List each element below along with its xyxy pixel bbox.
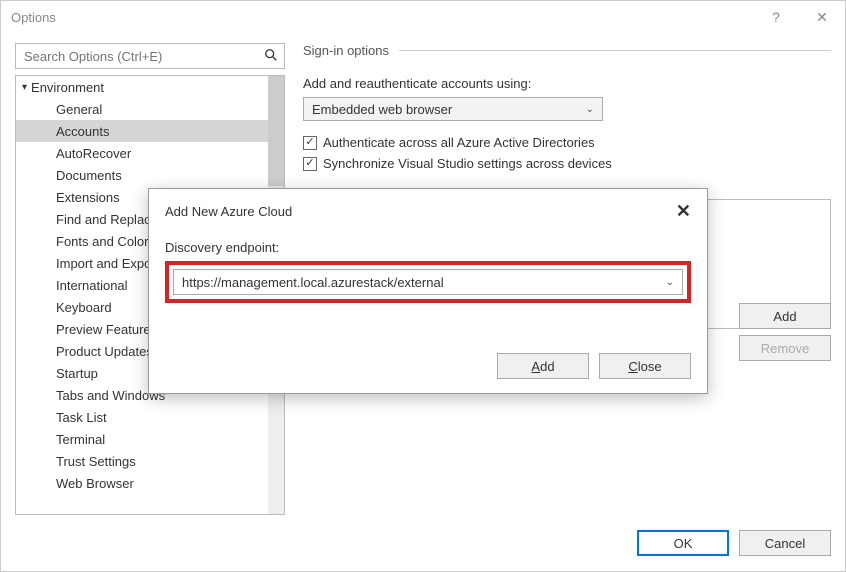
tree-label: Product Updates <box>56 344 153 359</box>
add-cloud-button[interactable]: Add <box>739 303 831 329</box>
help-button[interactable]: ? <box>753 1 799 33</box>
chevron-down-icon: ⌄ <box>666 277 674 288</box>
tree-label: General <box>56 102 102 117</box>
tree-item-web-browser[interactable]: Web Browser <box>16 472 268 494</box>
modal-close-button-footer[interactable]: Close <box>599 353 691 379</box>
remove-cloud-button: Remove <box>739 335 831 361</box>
button-label: Remove <box>761 341 809 356</box>
tree-label: AutoRecover <box>56 146 131 161</box>
titlebar: Options ? ✕ <box>1 1 845 33</box>
dialog-footer: OK Cancel <box>1 515 845 571</box>
tree-item-trust-settings[interactable]: Trust Settings <box>16 450 268 472</box>
close-button[interactable]: ✕ <box>799 1 845 33</box>
chevron-down-icon: ▾ <box>22 82 27 93</box>
check-authenticate-all-aad[interactable]: ✓ Authenticate across all Azure Active D… <box>303 135 831 150</box>
tree-parent-environment[interactable]: ▾ Environment <box>16 76 268 98</box>
tree-item-task-list[interactable]: Task List <box>16 406 268 428</box>
discovery-endpoint-label: Discovery endpoint: <box>165 240 691 255</box>
add-azure-cloud-dialog: Add New Azure Cloud ✕ Discovery endpoint… <box>148 188 708 394</box>
tree-item-autorecover[interactable]: AutoRecover <box>16 142 268 164</box>
section-header: Sign-in options <box>303 43 831 58</box>
tree-label: Accounts <box>56 124 109 139</box>
checkbox-icon: ✓ <box>303 157 317 171</box>
checkbox-icon: ✓ <box>303 136 317 150</box>
search-input[interactable] <box>22 48 264 65</box>
button-label: Add <box>773 309 796 324</box>
discovery-endpoint-input[interactable]: https://management.local.azurestack/exte… <box>173 269 683 295</box>
tree-item-terminal[interactable]: Terminal <box>16 428 268 450</box>
tree-item-accounts[interactable]: Accounts <box>16 120 268 142</box>
button-label: Cancel <box>765 536 805 551</box>
reauth-label: Add and reauthenticate accounts using: <box>303 76 831 91</box>
tree-label: Fonts and Colors <box>56 234 155 249</box>
tree-label: Trust Settings <box>56 454 136 469</box>
button-label: OK <box>674 536 693 551</box>
check-sync-settings[interactable]: ✓ Synchronize Visual Studio settings acr… <box>303 156 831 171</box>
section-rule <box>399 50 831 51</box>
tree-label: Find and Replace <box>56 212 158 227</box>
tree-label: Environment <box>31 80 104 95</box>
search-icon <box>264 48 278 65</box>
button-label: Close <box>628 359 661 374</box>
close-icon: ✕ <box>816 9 828 26</box>
tree-scroll-thumb[interactable] <box>268 76 284 186</box>
modal-add-button[interactable]: Add <box>497 353 589 379</box>
reauth-select[interactable]: Embedded web browser ⌄ <box>303 97 603 121</box>
tree-label: Terminal <box>56 432 105 447</box>
modal-title: Add New Azure Cloud <box>165 204 292 219</box>
search-options[interactable] <box>15 43 285 69</box>
discovery-endpoint-value: https://management.local.azurestack/exte… <box>182 275 444 290</box>
help-icon: ? <box>772 9 780 25</box>
tree-label: Preview Features <box>56 322 157 337</box>
chevron-down-icon: ⌄ <box>586 104 594 115</box>
tree-label: Extensions <box>56 190 120 205</box>
window-title: Options <box>11 10 56 25</box>
tree-label: Task List <box>56 410 107 425</box>
cancel-button[interactable]: Cancel <box>739 530 831 556</box>
tree-label: Keyboard <box>56 300 112 315</box>
tree-label: International <box>56 278 128 293</box>
reauth-value: Embedded web browser <box>312 102 452 117</box>
check-label: Synchronize Visual Studio settings acros… <box>323 156 612 171</box>
tree-label: Web Browser <box>56 476 134 491</box>
tree-item-general[interactable]: General <box>16 98 268 120</box>
highlight-annotation: https://management.local.azurestack/exte… <box>165 261 691 303</box>
check-label: Authenticate across all Azure Active Dir… <box>323 135 595 150</box>
ok-button[interactable]: OK <box>637 530 729 556</box>
tree-label: Startup <box>56 366 98 381</box>
button-label: Add <box>531 359 554 374</box>
tree-label: Documents <box>56 168 122 183</box>
section-title: Sign-in options <box>303 43 389 58</box>
tree-item-documents[interactable]: Documents <box>16 164 268 186</box>
modal-close-button[interactable]: ✕ <box>676 201 691 222</box>
